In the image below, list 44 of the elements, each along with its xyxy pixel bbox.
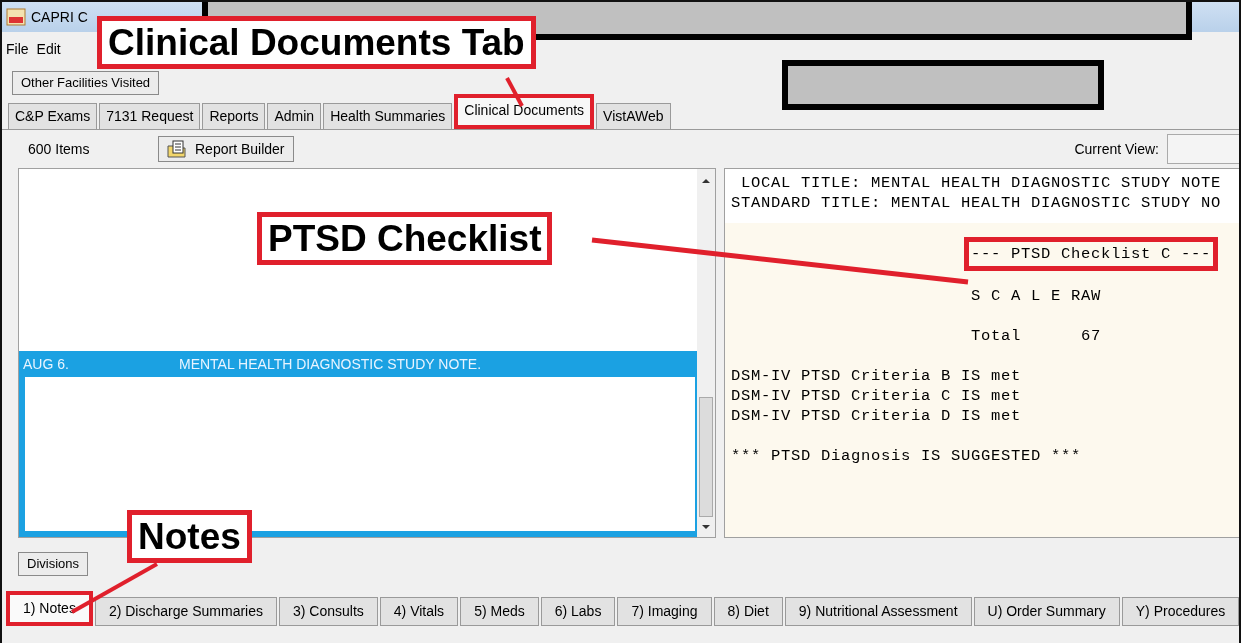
window-title: CAPRI C (31, 7, 88, 27)
document-line: DSM-IV PTSD Criteria D IS met (731, 406, 1023, 427)
menu-item[interactable]: Edit (36, 38, 61, 60)
item-count: 600 Items (28, 139, 91, 159)
tab[interactable]: 8) Diet (713, 597, 783, 626)
document-line: STANDARD TITLE: MENTAL HEALTH DIAGNOSTIC STUDY NO (731, 193, 1223, 213)
document-line: Total 67 (971, 326, 1103, 347)
report-builder-button[interactable]: Report Builder (158, 136, 294, 162)
tab[interactable]: 2) Discharge Summaries (94, 597, 277, 626)
document-line: LOCAL TITLE: MENTAL HEALTH DIAGNOSTIC STUDY NOTE (740, 173, 1223, 193)
tab[interactable]: 7131 Request (99, 103, 201, 129)
scroll-up-icon[interactable] (701, 177, 711, 185)
tab[interactable]: Clinical Documents (454, 94, 595, 129)
tab[interactable]: 9) Nutritional Assessment (784, 597, 972, 626)
current-view-label: Current View: (1074, 139, 1159, 159)
tab[interactable]: Reports (202, 103, 266, 129)
tab[interactable]: 1) Notes (6, 591, 93, 626)
menu-item[interactable]: File (6, 38, 29, 60)
document-line: *** PTSD Diagnosis IS SUGGESTED *** (731, 446, 1083, 467)
tab[interactable]: U) Order Summary (973, 597, 1120, 626)
tab[interactable]: 7) Imaging (617, 597, 712, 626)
document-line: S C A L E RAW (971, 286, 1103, 307)
document-line: DSM-IV PTSD Criteria C IS met (731, 386, 1023, 407)
tab[interactable]: 4) Vitals (379, 597, 459, 626)
scrollbar[interactable] (697, 169, 715, 537)
callout-label: PTSD Checklist (257, 212, 553, 265)
callout-label: Clinical Documents Tab (97, 16, 536, 69)
tab[interactable]: C&P Exams (8, 103, 98, 129)
tab[interactable]: Health Summaries (323, 103, 453, 129)
tab[interactable]: Admin (267, 103, 322, 129)
document-icon (167, 140, 187, 158)
scroll-down-icon[interactable] (701, 523, 711, 531)
callout-label: Notes (127, 510, 252, 563)
tab[interactable]: VistAWeb (596, 103, 671, 129)
other-facilities-button[interactable]: Other Facilities Visited (12, 71, 160, 95)
scroll-thumb[interactable] (699, 397, 713, 517)
divisions-button[interactable]: Divisions (18, 552, 88, 576)
tab[interactable]: 5) Meds (460, 597, 539, 626)
tab[interactable]: 6) Labs (540, 597, 616, 626)
tab[interactable]: 3) Consults (279, 597, 378, 626)
current-view-field[interactable] (1167, 134, 1239, 164)
tab[interactable]: Y) Procedures (1121, 597, 1239, 626)
document-line: DSM-IV PTSD Criteria B IS met (731, 366, 1023, 387)
app-icon (6, 8, 26, 26)
